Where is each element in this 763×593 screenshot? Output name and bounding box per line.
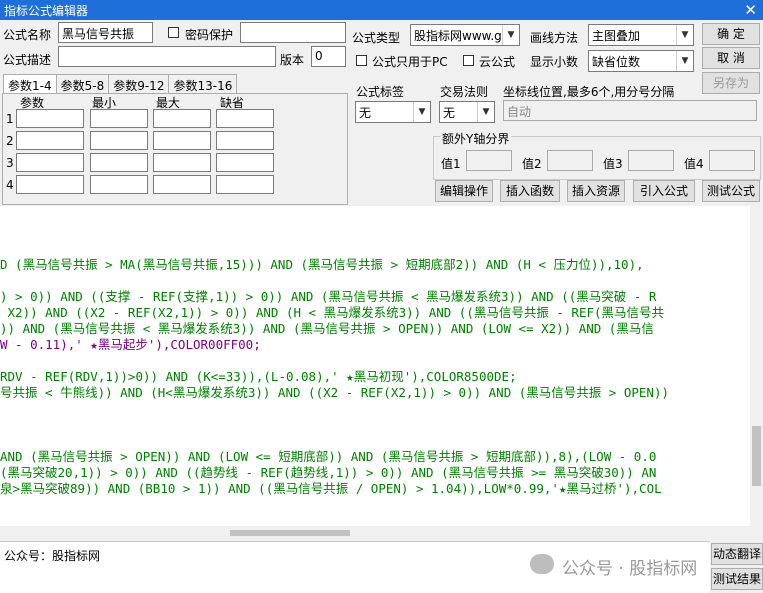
param-min-input[interactable] xyxy=(90,153,148,172)
tag-select[interactable]: 无 ▼ xyxy=(355,101,431,123)
decimal-select[interactable]: 缺省位数 ▼ xyxy=(588,50,694,72)
param-name-input[interactable] xyxy=(16,131,84,150)
param-default-input[interactable] xyxy=(216,175,274,194)
chevron-down-icon: ▼ xyxy=(413,102,430,122)
trade-select[interactable]: 无 ▼ xyxy=(439,101,495,123)
cloud-checkbox[interactable] xyxy=(463,55,474,66)
cancel-button[interactable]: 取 消 xyxy=(702,47,760,69)
tag-label: 公式标签 xyxy=(356,85,405,99)
value3-input[interactable] xyxy=(628,150,674,171)
param-min-input[interactable] xyxy=(90,109,148,128)
edit-operation-button[interactable]: 编辑操作 xyxy=(435,180,493,202)
code-editor[interactable]: D (黑马信号共振 > MA(黑马信号共振,15))) AND (黑马信号共振 … xyxy=(0,206,750,526)
import-formula-button[interactable]: 引入公式 xyxy=(633,180,695,202)
decimal-select-value: 缺省位数 xyxy=(592,55,641,69)
scrollbar-thumb[interactable] xyxy=(752,426,761,486)
title-bar: 指标公式编辑器 ✕ xyxy=(0,0,763,20)
param-default-input[interactable] xyxy=(216,153,274,172)
param-min-input[interactable] xyxy=(90,175,148,194)
tag-select-value: 无 xyxy=(359,106,372,120)
password-checkbox[interactable] xyxy=(168,27,179,38)
draw-label: 画线方法 xyxy=(530,31,579,45)
password-label: 密码保护 xyxy=(185,28,234,42)
value2-label: 值2 xyxy=(522,157,542,171)
chevron-down-icon: ▼ xyxy=(676,51,693,71)
code-line: 号共振 < 牛熊线)) AND (H<黑马爆发系统3)) AND ((X2 - … xyxy=(0,385,670,400)
test-formula-button[interactable]: 测试公式 xyxy=(702,180,760,202)
name-label: 公式名称 xyxy=(3,28,52,42)
insert-resource-button[interactable]: 插入资源 xyxy=(567,180,625,202)
extra-axis-label: 额外Y轴分界 xyxy=(440,130,512,147)
dynamic-translate-button[interactable]: 动态翻译 xyxy=(711,543,763,565)
param-max-input[interactable] xyxy=(153,109,211,128)
param-min-input[interactable] xyxy=(90,131,148,150)
code-line: 泉>黑马突破89)) AND (BB10 > 1)) AND ((黑马信号共振 … xyxy=(0,481,662,496)
watermark-text: 公众号 · 股指标网 xyxy=(562,559,698,579)
param-name-input[interactable] xyxy=(16,109,84,128)
decimal-label: 显示小数 xyxy=(530,55,579,69)
scrollbar-thumb[interactable] xyxy=(230,530,350,536)
param-row-number: 4 xyxy=(6,178,14,192)
test-result-button[interactable]: 测试结果 xyxy=(711,568,763,590)
draw-select-value: 主图叠加 xyxy=(592,29,641,43)
param-default-input[interactable] xyxy=(216,131,274,150)
output-text: 公众号：股指标网 xyxy=(4,549,101,563)
desc-label: 公式描述 xyxy=(3,53,52,67)
code-line: D (黑马信号共振 > MA(黑马信号共振,15))) AND (黑马信号共振 … xyxy=(0,257,644,272)
code-line: W - 0.11),' ★黑马起步'),COLOR00FF00; xyxy=(0,337,261,352)
param-name-input[interactable] xyxy=(16,153,84,172)
value1-label: 值1 xyxy=(441,157,461,171)
save-as-button[interactable]: 另存为 xyxy=(702,72,760,94)
horizontal-scrollbar[interactable] xyxy=(0,526,750,540)
pc-only-label: 公式只用于PC xyxy=(372,55,448,69)
value3-label: 值3 xyxy=(603,157,623,171)
close-icon[interactable]: ✕ xyxy=(744,0,757,20)
cloud-label: 云公式 xyxy=(479,55,516,69)
param-row-number: 1 xyxy=(6,112,14,126)
name-input[interactable]: 黑马信号共振 xyxy=(58,22,153,43)
insert-function-button[interactable]: 插入函数 xyxy=(500,180,560,202)
type-label: 公式类型 xyxy=(352,31,401,45)
param-row-number: 3 xyxy=(6,156,14,170)
param-max-input[interactable] xyxy=(153,175,211,194)
chevron-down-icon: ▼ xyxy=(502,25,519,45)
chevron-down-icon: ▼ xyxy=(477,102,494,122)
chevron-down-icon: ▼ xyxy=(676,25,693,45)
param-default-input[interactable] xyxy=(216,109,274,128)
wechat-icon xyxy=(530,554,554,574)
vertical-scrollbar[interactable] xyxy=(750,206,763,526)
version-label: 版本 xyxy=(280,53,305,67)
password-input[interactable] xyxy=(240,22,346,43)
draw-select[interactable]: 主图叠加 ▼ xyxy=(588,24,694,46)
type-select[interactable]: 股指标网www.g ▼ xyxy=(410,24,520,46)
param-name-input[interactable] xyxy=(16,175,84,194)
value4-label: 值4 xyxy=(684,157,704,171)
window-title: 指标公式编辑器 xyxy=(4,4,89,18)
pc-only-checkbox[interactable] xyxy=(356,55,367,66)
value4-input[interactable] xyxy=(709,150,755,171)
trade-select-value: 无 xyxy=(443,106,456,120)
param-tabs: 参数1-4 参数5-8 参数9-12 参数13-16 xyxy=(3,74,238,96)
param-max-input[interactable] xyxy=(153,131,211,150)
coord-label: 坐标线位置,最多6个,用分号分隔 xyxy=(503,85,675,99)
version-input[interactable]: 0 xyxy=(311,46,346,67)
param-max-input[interactable] xyxy=(153,153,211,172)
trade-label: 交易法则 xyxy=(440,85,489,99)
output-panel: 公众号：股指标网 公众号 · 股指标网 xyxy=(0,541,710,593)
type-select-value: 股指标网www.g xyxy=(414,29,502,43)
param-row-number: 2 xyxy=(6,134,14,148)
desc-input[interactable] xyxy=(58,46,276,67)
value1-input[interactable] xyxy=(466,150,512,171)
coord-input[interactable]: 自动 xyxy=(503,100,757,121)
ok-button[interactable]: 确 定 xyxy=(702,23,760,45)
value2-input[interactable] xyxy=(547,150,593,171)
